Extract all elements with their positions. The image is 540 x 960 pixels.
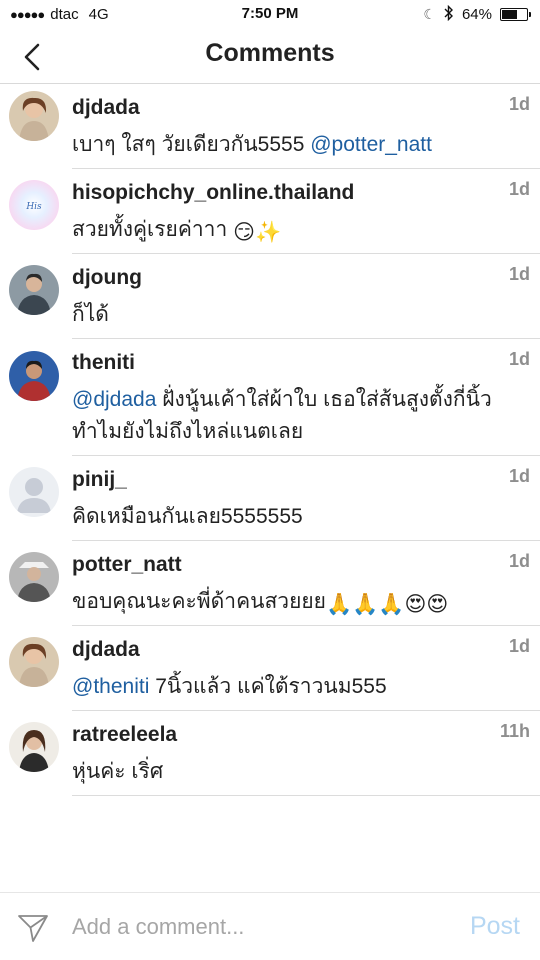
comment-timestamp: 1d xyxy=(508,349,530,369)
comment-input[interactable] xyxy=(72,912,432,942)
comment-timestamp: 1d xyxy=(508,179,530,199)
comment-text: เบาๆ ใสๆ วัยเดียวกัน5555 @potter_natt xyxy=(72,128,432,161)
comment-row[interactable]: djdada 1d เบาๆ ใสๆ วัยเดียวกัน5555 @potter… xyxy=(9,84,540,169)
comment-timestamp: 1d xyxy=(508,466,530,486)
comment-row[interactable]: pinij_ 1d คิดเหมือนกันเลย5555555 xyxy=(9,456,540,541)
emoji-text: 🙏🙏🙏😍😍 xyxy=(326,593,449,616)
mention-link[interactable]: @potter_natt xyxy=(310,133,432,156)
comment-text-segment: ก็ได้ xyxy=(72,303,109,326)
comment-row[interactable]: djdada 1d @theniti 7นิ้วแล้ว แค่ใต้ราวนม55… xyxy=(9,626,540,711)
comment-username[interactable]: djoung xyxy=(72,266,142,290)
avatar[interactable] xyxy=(9,467,59,517)
mention-link[interactable]: @theniti xyxy=(72,675,149,698)
comment-username[interactable]: pinij_ xyxy=(72,468,127,492)
comment-username[interactable]: djdada xyxy=(72,638,140,662)
comment-text-segment: 7นิ้วแล้ว แค่ใต้ราวนม555 xyxy=(149,675,387,698)
comment-text-segment: ทำไมยังไม่ถึงไหล่แนตเลย xyxy=(72,420,304,443)
comment-timestamp: 1d xyxy=(508,94,530,114)
battery-percent: 64% xyxy=(461,6,492,23)
comment-text-segment: คิดเหมือนกันเลย5555555 xyxy=(72,505,303,528)
comment-text: @djdada ฝั่งนู้นเค้าใส่ผ้าใบ เธอใส่ส้นสู… xyxy=(72,383,492,416)
comment-row[interactable]: His hisopichchy_online.thailand 1d สวยทั้งค… xyxy=(9,169,540,254)
svg-text:His: His xyxy=(25,202,42,212)
paper-plane-icon[interactable] xyxy=(16,910,50,944)
avatar[interactable] xyxy=(9,91,59,141)
comment-text-segment: หุ่นค่ะ เริ่ศ xyxy=(72,760,164,783)
comment-text-segment: ขอบคุณนะคะพี่ด้าคนสวยยย xyxy=(72,590,326,613)
moon-icon: ☾ xyxy=(423,6,436,22)
comment-text-segment: สวยทั้งคู่เรยค่าาา xyxy=(72,218,234,241)
avatar[interactable] xyxy=(9,552,59,602)
avatar[interactable] xyxy=(9,637,59,687)
status-bar: ●●●●● dtac 4G 7:50 PM ☾ 64% xyxy=(0,0,540,30)
comment-username[interactable]: djdada xyxy=(72,96,140,120)
comment-composer: Post xyxy=(0,892,540,960)
battery-icon xyxy=(500,8,531,21)
page-title: Comments xyxy=(205,39,335,67)
comment-timestamp: 11h xyxy=(499,721,530,741)
comment-row[interactable]: djoung 1d ก็ได้ xyxy=(9,254,540,339)
comments-list: djdada 1d เบาๆ ใสๆ วัยเดียวกัน5555 @potter… xyxy=(0,84,540,796)
comment-text: สวยทั้งคู่เรยค่าาา 😏✨ xyxy=(72,213,281,246)
comment-row[interactable]: ratreeleela 11h หุ่นค่ะ เริ่ศ xyxy=(9,711,540,796)
comment-username[interactable]: hisopichchy_online.thailand xyxy=(72,181,354,205)
comment-username[interactable]: ratreeleela xyxy=(72,723,177,747)
mention-link[interactable]: @djdada xyxy=(72,388,156,411)
post-button[interactable]: Post xyxy=(470,912,520,941)
comment-username[interactable]: theniti xyxy=(72,351,135,375)
comment-text: ก็ได้ xyxy=(72,298,109,331)
battery-fill xyxy=(502,10,517,19)
avatar[interactable] xyxy=(9,265,59,315)
status-right: ☾ 64% xyxy=(423,4,531,24)
avatar[interactable]: His xyxy=(9,180,59,230)
comment-row[interactable]: potter_natt 1d ขอบคุณนะคะพี่ด้าคนสวยยย🙏🙏🙏😍… xyxy=(9,541,540,626)
comment-text: ทำไมยังไม่ถึงไหล่แนตเลย xyxy=(72,415,303,448)
avatar[interactable] xyxy=(9,722,59,772)
comment-username[interactable]: potter_natt xyxy=(72,553,182,577)
comment-text: คิดเหมือนกันเลย5555555 xyxy=(72,500,303,533)
comment-timestamp: 1d xyxy=(508,551,530,571)
comment-timestamp: 1d xyxy=(508,636,530,656)
comment-text-segment: เบาๆ ใสๆ วัยเดียวกัน5555 xyxy=(72,133,311,156)
emoji-text: 😏✨ xyxy=(233,221,282,244)
nav-bar: Comments xyxy=(0,30,540,84)
comment-text-segment: ฝั่งนู้นเค้าใส่ผ้าใบ เธอใส่ส้นสูงตั้งกี่… xyxy=(156,388,492,411)
comment-row[interactable]: theniti 1d @djdada ฝั่งนู้นเค้าใส่ผ้าใบ เธ… xyxy=(9,339,540,456)
bluetooth-icon xyxy=(444,4,454,24)
comment-text: ขอบคุณนะคะพี่ด้าคนสวยยย🙏🙏🙏😍😍 xyxy=(72,585,448,618)
comment-timestamp: 1d xyxy=(508,264,530,284)
comment-text: หุ่นค่ะ เริ่ศ xyxy=(72,755,163,788)
comment-text: @theniti 7นิ้วแล้ว แค่ใต้ราวนม555 xyxy=(72,670,387,703)
avatar[interactable] xyxy=(9,351,59,401)
